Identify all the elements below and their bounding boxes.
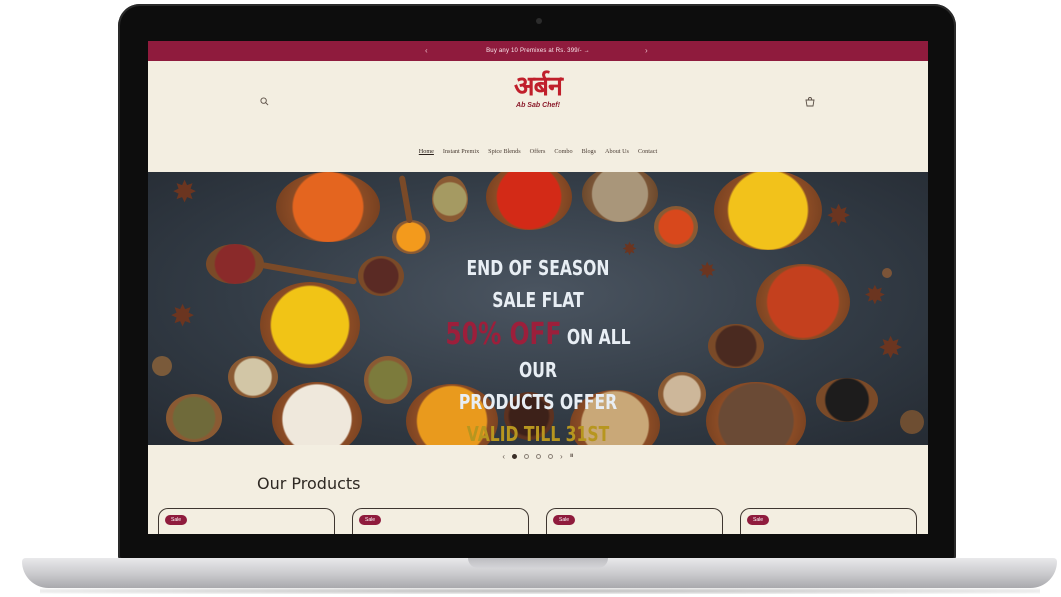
registered-mark: ® [559,77,563,83]
spice-bowl-dark [706,382,806,445]
spoon-cloves [708,324,764,368]
spice-bowl-chili [756,264,850,340]
spice-bowl-orange [276,172,380,242]
spoon-maroon [206,244,264,284]
brand-logo[interactable]: अर्बन ® Ab Sab Chef! [488,71,588,109]
announcement-prev-arrow[interactable]: ‹ [425,46,428,55]
slider-pause-button[interactable]: ⏸ [570,451,574,461]
product-grid: Sale Sale Sale Sale [158,508,920,534]
nav-item-blogs[interactable]: Blogs [582,148,596,155]
logo-tagline: Ab Sab Chef! [516,102,560,109]
laptop-notch [468,558,608,568]
product-card[interactable]: Sale [740,508,917,534]
star-anise-1: ✸ [172,176,198,209]
spoon-seeds [358,256,404,296]
slider-controls: ‹ › ⏸ [148,451,928,461]
spoon-red-right [654,206,698,248]
product-card[interactable]: Sale [352,508,529,534]
star-anise-5: ✸ [878,332,904,365]
sale-line-4: VALID TILL 31ST MARCH [466,422,610,445]
product-card[interactable]: Sale [546,508,723,534]
announcement-bar[interactable]: ‹ Buy any 10 Premixes at Rs. 399/- → › [148,41,928,61]
sale-line-3: PRODUCTS OFFER [458,390,618,414]
sale-discount: 50% OFF [445,317,562,352]
nutmeg-2 [900,410,924,434]
nav-item-home[interactable]: Home [419,148,434,155]
nav-item-spice-blends[interactable]: Spice Blends [488,148,520,155]
hero-banner[interactable]: ✸ ✸ ✸ ✸ ✸ ✸ ✸ END OF SEASON SALE FLAT 50… [148,172,928,445]
nav-item-contact[interactable]: Contact [638,148,657,155]
sale-line-1: END OF SEASON SALE FLAT [466,256,610,312]
sale-headline: END OF SEASON SALE FLAT 50% OFF ON ALL O… [444,252,631,445]
website-screen: ‹ Buy any 10 Premixes at Rs. 399/- → › अ… [148,41,928,534]
sale-badge: Sale [165,515,188,525]
search-icon[interactable] [260,97,269,106]
slider-dot-1[interactable] [512,453,517,459]
slider-dot-2[interactable] [524,453,529,459]
nav-item-instant-premix[interactable]: Instant Premix [443,148,479,155]
slider-prev-button[interactable]: ‹ [502,452,505,461]
spoon-left-small [166,394,222,442]
spice-bowl-turmeric [260,282,360,368]
nav-item-combo[interactable]: Combo [554,148,572,155]
camera-dot [536,18,542,24]
star-anise-6: ✸ [698,258,717,283]
nav-item-about-us[interactable]: About Us [605,148,629,155]
star-anise-3: ✸ [826,200,852,233]
laptop-shadow [40,588,1040,594]
products-section-title: Our Products [257,474,361,493]
sale-badge: Sale [747,515,770,525]
clove-bits [882,268,892,278]
nutmeg-1 [152,356,172,376]
spoon-tan [658,372,706,416]
spoon-coriander [228,356,278,398]
spoon-pepper [816,378,878,422]
spoon-fennel [364,356,412,404]
star-anise-2: ✸ [170,300,196,333]
site-header: अर्बन ® Ab Sab Chef! [148,61,928,129]
announcement-next-arrow[interactable]: › [645,46,648,55]
spice-bowl-yellow [714,172,822,250]
logo-wordmark: अर्बन [513,71,563,102]
spice-bowl-grey [582,172,658,222]
spoon-handle [398,175,413,224]
nav-item-offers[interactable]: Offers [530,148,546,155]
sale-badge: Sale [553,515,576,525]
slider-next-button[interactable]: › [560,452,563,461]
main-nav: Home Instant Premix Spice Blends Offers … [148,148,928,155]
spoon-green [432,176,468,222]
spice-bowl-flour [272,382,362,445]
spice-bowl-red [486,172,572,230]
star-anise-4: ✸ [864,280,886,310]
cart-icon[interactable] [805,97,815,107]
announcement-text[interactable]: Buy any 10 Premixes at Rs. 399/- → [486,48,590,54]
spoon-orange [392,220,430,254]
slider-dot-3[interactable] [536,453,541,459]
slider-dot-4[interactable] [548,453,553,459]
product-card[interactable]: Sale [158,508,335,534]
sale-line-2: 50% OFF ON ALL OUR [444,316,631,386]
sale-badge: Sale [359,515,382,525]
